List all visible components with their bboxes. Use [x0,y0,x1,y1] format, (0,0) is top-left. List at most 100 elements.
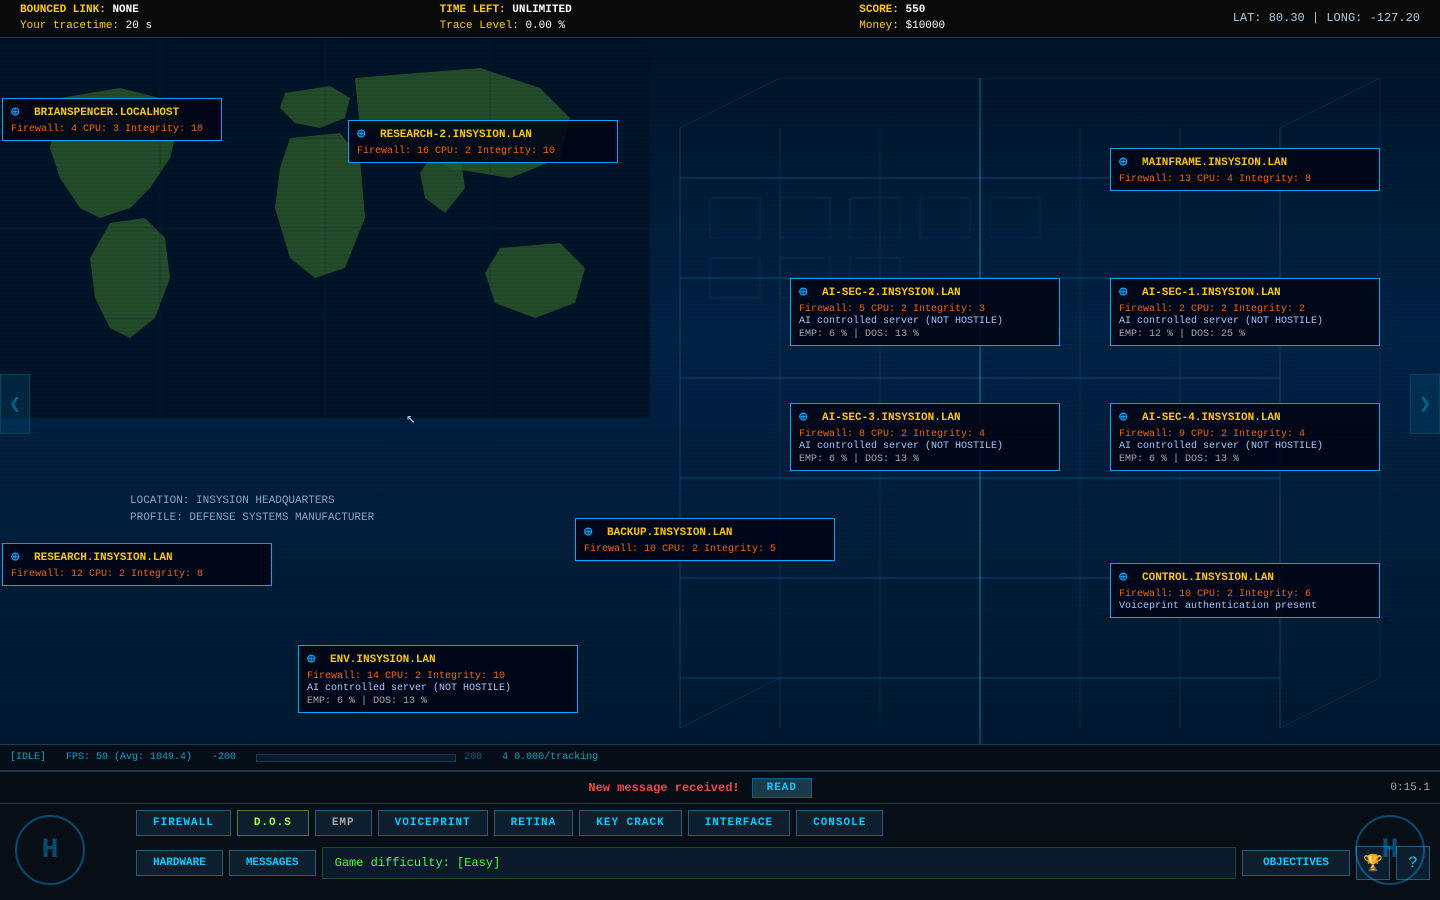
node-research[interactable]: RESEARCH.INSYSION.LAN Firewall: 12 CPU: … [2,543,272,586]
aisec3-emp: EMP: 6 % | DOS: 13 % [799,454,1051,465]
money-label: Money: $10000 [859,19,945,34]
crosshair-icon [799,409,817,427]
right-coord: 200 [464,752,482,763]
env-desc: AI controlled server (NOT HOSTILE) [307,683,569,694]
crosshair-icon [11,549,29,567]
crosshair-icon [1119,409,1137,427]
logo-left: H [0,800,100,900]
dos-button[interactable]: D.O.S [237,810,309,836]
progress-track [256,754,456,762]
env-emp: EMP: 6 % | DOS: 13 % [307,696,569,707]
messages-button[interactable]: MESSAGES [229,850,316,876]
aisec2-emp: EMP: 6 % | DOS: 13 % [799,329,1051,340]
score-label: Score: 550 [859,3,945,18]
hud-bounced-link: Bounced Link: NONE Your tracetime: 20 s [20,3,152,34]
game-status-box: Game difficulty: [Easy] [322,847,1236,879]
idle-state: [IDLE] [10,752,46,763]
firewall-button[interactable]: FIREWALL [136,810,231,836]
game-area: ❮ ❯ ↖ Location: Insysion Headquarters Pr… [0,38,1440,770]
fps-display: FPS: 59 (Avg: 1049.4) [66,752,192,763]
status-bar: [IDLE] FPS: 59 (Avg: 1049.4) -200 200 4 … [0,744,1440,770]
aisec4-desc: AI controlled server (NOT HOSTILE) [1119,441,1371,452]
key-crack-button[interactable]: KEY CRACK [579,810,681,836]
emp-button[interactable]: EMP [315,810,372,836]
node-aisec3[interactable]: AI-SEC-3.INSYSION.LAN Firewall: 8 CPU: 2… [790,403,1060,471]
node-aisec2[interactable]: AI-SEC-2.INSYSION.LAN Firewall: 5 CPU: 2… [790,278,1060,346]
time-left-label: Time Left: UNLIMITED [440,3,572,18]
top-hud: Bounced Link: NONE Your tracetime: 20 s … [0,0,1440,38]
location-label: Location: Insysion Headquarters [130,493,374,510]
research-stats: Firewall: 12 CPU: 2 Integrity: 8 [11,569,263,580]
crosshair-icon [11,104,29,122]
crosshair-icon [1119,284,1137,302]
world-map [0,38,650,418]
node-research2[interactable]: RESEARCH-2.INSYSION.LAN Firewall: 16 CPU… [348,120,618,163]
crosshair-icon [307,651,325,669]
aisec4-emp: EMP: 6 % | DOS: 13 % [1119,454,1371,465]
brianspencer-stats: Firewall: 4 CPU: 3 Integrity: 10 [11,124,213,135]
bottom-row: HARDWARE MESSAGES Game difficulty: [Easy… [0,842,1440,884]
research2-title: RESEARCH-2.INSYSION.LAN [380,129,532,141]
scroll-right-arrow[interactable]: ❯ [1410,374,1440,434]
read-button[interactable]: READ [752,778,812,798]
retina-button[interactable]: RETINA [494,810,574,836]
aisec1-emp: EMP: 12 % | DOS: 25 % [1119,329,1371,340]
hardware-button[interactable]: HARDWARE [136,850,223,876]
crosshair-icon [1119,154,1137,172]
hud-score: Score: 550 Money: $10000 [859,3,945,34]
control-desc: Voiceprint authentication present [1119,601,1371,612]
voiceprint-button[interactable]: VOICEPRINT [378,810,488,836]
node-aisec4[interactable]: AI-SEC-4.INSYSION.LAN Firewall: 9 CPU: 2… [1110,403,1380,471]
node-backup[interactable]: BACKUP.INSYSION.LAN Firewall: 10 CPU: 2 … [575,518,835,561]
aisec2-stats: Firewall: 5 CPU: 2 Integrity: 3 [799,304,1051,315]
env-stats: Firewall: 14 CPU: 2 Integrity: 10 [307,671,569,682]
node-aisec1[interactable]: AI-SEC-1.INSYSION.LAN Firewall: 2 CPU: 2… [1110,278,1380,346]
aisec1-title: AI-SEC-1.INSYSION.LAN [1142,287,1281,299]
aisec2-desc: AI controlled server (NOT HOSTILE) [799,316,1051,327]
tracetime-label: Your tracetime: 20 s [20,19,152,34]
mainframe-title: MAINFRAME.INSYSION.LAN [1142,157,1287,169]
lat-value: LAT: 80.30 | LONG: -127.20 [1233,10,1420,27]
tool-buttons-row: FIREWALL D.O.S EMP VOICEPRINT RETINA KEY… [0,804,1440,842]
aisec4-stats: Firewall: 9 CPU: 2 Integrity: 4 [1119,429,1371,440]
env-title: ENV.INSYSION.LAN [330,654,436,666]
mainframe-stats: Firewall: 13 CPU: 4 Integrity: 8 [1119,174,1371,185]
objectives-button[interactable]: OBJECTIVES [1242,850,1350,876]
logo-right: H [1340,800,1440,900]
control-title: CONTROL.INSYSION.LAN [1142,572,1274,584]
research2-stats: Firewall: 16 CPU: 2 Integrity: 10 [357,146,609,157]
hud-coords: LAT: 80.30 | LONG: -127.20 [1233,10,1420,27]
node-brianspencer[interactable]: BRIANSPENCER.LOCALHOST Firewall: 4 CPU: … [2,98,222,141]
new-message-label: New message received! [588,781,739,795]
aisec1-stats: Firewall: 2 CPU: 2 Integrity: 2 [1119,304,1371,315]
aisec3-stats: Firewall: 8 CPU: 2 Integrity: 4 [799,429,1051,440]
console-button[interactable]: CONSOLE [796,810,883,836]
progress-container: 200 [256,752,482,763]
scroll-left-arrow[interactable]: ❮ [0,374,30,434]
brianspencer-title: BRIANSPENCER.LOCALHOST [34,107,179,119]
profile-label: Profile: Defense Systems Manufacturer [130,510,374,527]
backup-title: BACKUP.INSYSION.LAN [607,527,732,539]
node-mainframe[interactable]: MAINFRAME.INSYSION.LAN Firewall: 13 CPU:… [1110,148,1380,191]
logo-circle-left: H [15,815,85,885]
logo-circle-right: H [1355,815,1425,885]
research-title: RESEARCH.INSYSION.LAN [34,552,173,564]
crosshair-icon [357,126,375,144]
crosshair-icon [1119,569,1137,587]
timer-display: 0:15.1 [1390,782,1430,794]
aisec2-title: AI-SEC-2.INSYSION.LAN [822,287,961,299]
bounced-link-label: Bounced Link: NONE [20,3,152,18]
game-status-text: Game difficulty: [Easy] [335,856,501,870]
control-stats: Firewall: 10 CPU: 2 Integrity: 6 [1119,589,1371,600]
crosshair-icon [584,524,602,542]
interface-button[interactable]: INTERFACE [688,810,790,836]
aisec3-title: AI-SEC-3.INSYSION.LAN [822,412,961,424]
aisec3-desc: AI controlled server (NOT HOSTILE) [799,441,1051,452]
node-control[interactable]: CONTROL.INSYSION.LAN Firewall: 10 CPU: 2… [1110,563,1380,618]
aisec1-desc: AI controlled server (NOT HOSTILE) [1119,316,1371,327]
node-env[interactable]: ENV.INSYSION.LAN Firewall: 14 CPU: 2 Int… [298,645,578,713]
bottom-panel: H H New message received! READ 0:15.1 FI… [0,770,1440,900]
tracking-info: 4 0.000/tracking [502,752,598,763]
message-bar: New message received! READ 0:15.1 [0,772,1440,804]
trace-level-label: Trace Level: 0.00 % [440,19,572,34]
